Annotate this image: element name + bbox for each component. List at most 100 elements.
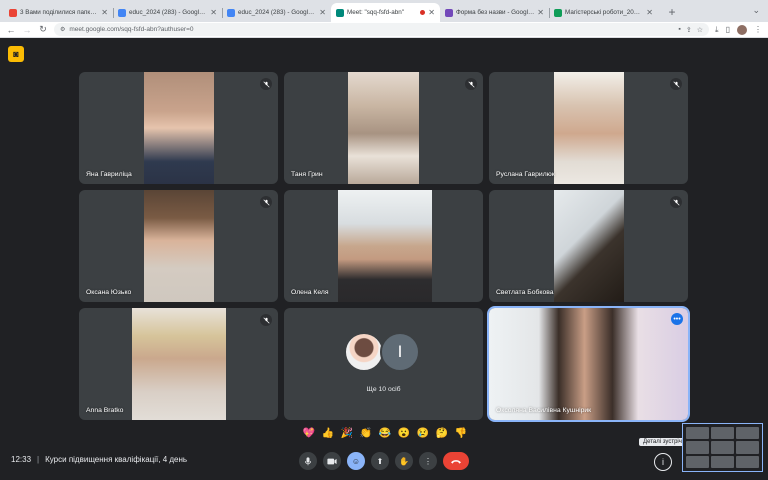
more-vert-icon[interactable]: ⋮: [419, 452, 437, 470]
share-icon[interactable]: ⇪: [686, 26, 692, 34]
browser-tab-active[interactable]: Meet: "sqq-fsfd-abn" ✕: [331, 3, 440, 22]
tab-title: 3 Вами поділилися папкою "...: [20, 9, 99, 16]
camera-icon[interactable]: [323, 452, 341, 470]
others-tile[interactable]: І Ще 10 осіб: [284, 308, 483, 420]
participant-tile[interactable]: Яна Гавриліца: [79, 72, 278, 184]
reload-icon[interactable]: ↻: [38, 24, 48, 35]
thumb-tile: [736, 427, 759, 440]
thumb-tile: [736, 455, 759, 468]
self-view-thumbnail[interactable]: [682, 423, 763, 472]
mic-icon[interactable]: [299, 452, 317, 470]
present-icon[interactable]: ⬆: [371, 452, 389, 470]
new-tab-button[interactable]: +: [664, 4, 680, 20]
mic-off-icon: [260, 196, 272, 208]
participant-video: [144, 190, 214, 302]
participant-name: Оксана Юзько: [86, 289, 132, 296]
info-icon[interactable]: i: [654, 453, 672, 471]
participant-tile[interactable]: Олена Келя: [284, 190, 483, 302]
hand-icon[interactable]: ✋: [395, 452, 413, 470]
browser-tab[interactable]: educ_2024 (283) - Google Д... ✕: [113, 3, 222, 22]
tab-close-icon[interactable]: ✕: [428, 8, 435, 17]
camera-permission-icon[interactable]: ▪: [678, 26, 680, 34]
reaction-heart[interactable]: 💖: [302, 427, 316, 441]
participant-name: Anna Bratko: [86, 407, 124, 414]
thumb-tile: [711, 455, 734, 468]
participant-tile-speaking[interactable]: ••• Оксоляна Василівна Кушнірик: [487, 306, 690, 422]
participant-tile[interactable]: Светлата Бобкова: [489, 190, 688, 302]
meeting-info: 12:33 | Курси підвищення кваліфікації, 4…: [11, 455, 187, 464]
more-options-icon[interactable]: •••: [671, 313, 683, 325]
forms-favicon-icon: [445, 8, 453, 17]
gmail-favicon-icon: [9, 8, 17, 17]
participant-tile[interactable]: Таня Грин: [284, 72, 483, 184]
participant-name: Яна Гавриліца: [86, 171, 132, 178]
back-icon[interactable]: ←: [6, 25, 16, 35]
participant-tile[interactable]: Руслана Гаврилюк: [489, 72, 688, 184]
reaction-sad[interactable]: 😢: [416, 427, 430, 441]
others-count-label: Ще 10 осіб: [366, 386, 401, 393]
reaction-clap[interactable]: 👏: [359, 427, 373, 441]
tab-close-icon[interactable]: ✕: [537, 8, 544, 17]
browser-tab[interactable]: Магістерські роботи_2023 -... ✕: [549, 3, 658, 22]
browser-tab[interactable]: educ_2024 (283) - Google Д... ✕: [222, 3, 331, 22]
divider: |: [37, 455, 40, 464]
reaction-thinking[interactable]: 🤔: [435, 427, 449, 441]
thumb-tile: [736, 441, 759, 454]
tab-close-icon[interactable]: ✕: [101, 8, 108, 17]
tab-close-icon[interactable]: ✕: [319, 8, 326, 17]
thumb-tile: [711, 441, 734, 454]
thumb-tile: [686, 427, 709, 440]
chrome-menu-icon[interactable]: ⋮: [754, 25, 762, 34]
participant-video: [132, 308, 226, 420]
participant-video: [348, 72, 419, 184]
call-controls: ☺ ⬆ ✋ ⋮: [299, 452, 469, 470]
bookmark-star-icon[interactable]: ☆: [697, 26, 703, 34]
meeting-title: Курси підвищення кваліфікації, 4 день: [45, 455, 188, 464]
browser-tab-strip: 3 Вами поділилися папкою "... ✕ educ_202…: [0, 0, 768, 22]
reaction-laugh[interactable]: 😂: [378, 427, 392, 441]
browser-tab[interactable]: Форма без назви - Google Ф... ✕: [440, 3, 549, 22]
thumb-tile: [711, 427, 734, 440]
call-end-icon[interactable]: [443, 452, 469, 470]
tab-search-icon[interactable]: ⌄: [752, 5, 760, 16]
url-text: meet.google.com/sqq-fsfd-abn?authuser=0: [69, 26, 194, 33]
tab-title: educ_2024 (283) - Google Д...: [129, 9, 208, 16]
mic-off-icon: [260, 314, 272, 326]
profile-avatar[interactable]: [737, 24, 747, 35]
reaction-thumbs-up[interactable]: 👍: [321, 427, 335, 441]
meet-companion-icon[interactable]: ◙: [8, 46, 24, 62]
recording-dot-icon: [420, 10, 426, 15]
tab-title: educ_2024 (283) - Google Д...: [238, 9, 317, 16]
participant-name: Оксоляна Василівна Кушнірик: [496, 407, 592, 414]
tab-title: Meet: "sqq-fsfd-abn": [347, 9, 404, 16]
sheets-favicon-icon: [554, 8, 562, 17]
tab-close-icon[interactable]: ✕: [210, 8, 217, 17]
browser-toolbar: ← → ↻ ⚙ meet.google.com/sqq-fsfd-abn?aut…: [0, 22, 768, 38]
browser-tab[interactable]: 3 Вами поділилися папкою "... ✕: [4, 3, 113, 22]
download-icon[interactable]: ⤓: [715, 25, 719, 35]
participant-video: [489, 308, 688, 420]
participant-tile[interactable]: Оксана Юзько: [79, 190, 278, 302]
reaction-party[interactable]: 🎉: [340, 427, 354, 441]
avatar: І: [380, 332, 420, 372]
participant-name: Светлата Бобкова: [496, 289, 554, 296]
avatar: [344, 332, 384, 372]
reactions-bar: 💖 👍 🎉 👏 😂 😮 😢 🤔 👎: [302, 424, 468, 444]
site-info-icon[interactable]: ⚙: [60, 26, 65, 33]
docs-favicon-icon: [118, 8, 126, 17]
reaction-surprised[interactable]: 😮: [397, 427, 411, 441]
participant-tile[interactable]: Anna Bratko: [79, 308, 278, 420]
forward-icon[interactable]: →: [22, 25, 32, 35]
address-bar[interactable]: ⚙ meet.google.com/sqq-fsfd-abn?authuser=…: [54, 23, 710, 36]
thumb-tile: [686, 441, 709, 454]
mic-off-icon: [670, 78, 682, 90]
docs-favicon-icon: [227, 8, 235, 17]
tab-title: Магістерські роботи_2023 -...: [565, 9, 644, 16]
tab-close-icon[interactable]: ✕: [646, 8, 653, 17]
emoji-icon[interactable]: ☺: [347, 452, 365, 470]
participant-video: [338, 190, 432, 302]
sidebar-icon[interactable]: ▯: [726, 25, 730, 34]
participant-name: Олена Келя: [291, 289, 329, 296]
reaction-thumbs-down[interactable]: 👎: [454, 427, 468, 441]
participant-video: [554, 72, 624, 184]
